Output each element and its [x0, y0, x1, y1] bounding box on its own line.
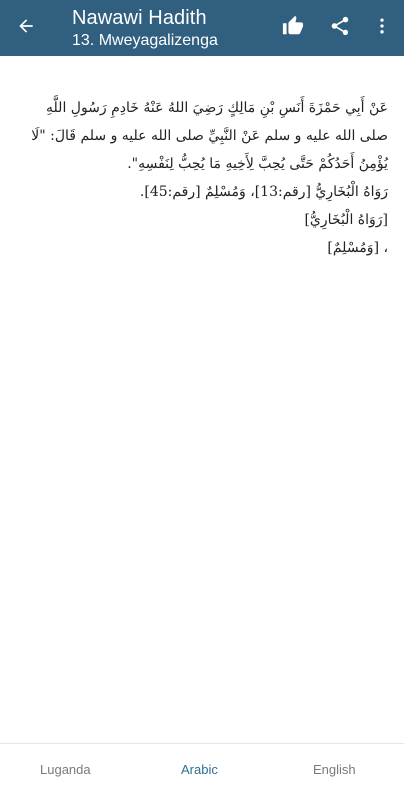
hadith-ref-muslim: ، [وَمُسْلِمٌ] [327, 240, 388, 256]
tab-arabic[interactable]: Arabic [181, 762, 218, 777]
thumbs-up-icon [282, 15, 304, 41]
more-vert-icon [372, 16, 392, 40]
app-bar: Nawawi Hadith 13. Mweyagalizenga [0, 0, 404, 56]
share-icon [329, 15, 351, 41]
hadith-content: عَنْ أَبِي حَمْزَةَ أَنَسِ بْنِ مَالِكٍ … [14, 94, 388, 262]
hadith-ref-bukhari: [رَوَاهُ الْبُخَارِيُّ] [304, 212, 388, 228]
tab-english[interactable]: English [313, 762, 356, 777]
share-button[interactable] [324, 12, 356, 44]
language-tab-bar: Luganda Arabic English [0, 743, 404, 800]
hadith-narration: رَوَاهُ الْبُخَارِيُّ [رقم:13]، وَمُسْلِ… [139, 184, 388, 200]
like-button[interactable] [277, 12, 309, 44]
back-button[interactable] [10, 12, 42, 44]
arrow-left-icon [16, 16, 36, 40]
title-block: Nawawi Hadith 13. Mweyagalizenga [72, 6, 218, 51]
more-options-button[interactable] [366, 12, 398, 44]
hadith-text: عَنْ أَبِي حَمْزَةَ أَنَسِ بْنِ مَالِكٍ … [31, 100, 388, 172]
tab-luganda[interactable]: Luganda [40, 762, 91, 777]
page-subtitle: 13. Mweyagalizenga [72, 32, 218, 49]
page-title: Nawawi Hadith [72, 7, 207, 29]
